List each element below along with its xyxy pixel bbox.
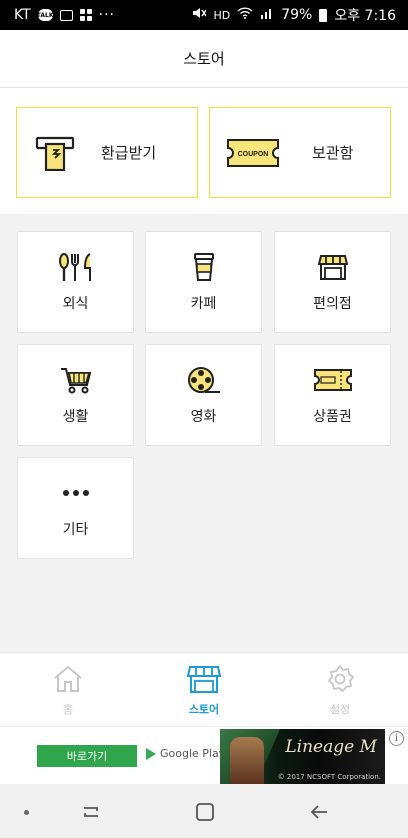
category-label: 생활 — [62, 409, 89, 425]
ad-character — [230, 737, 264, 784]
wifi-icon — [237, 7, 253, 23]
page-title: 스토어 — [183, 50, 225, 68]
refund-label: 환급받기 — [101, 144, 157, 162]
battery-icon — [319, 8, 328, 22]
coffee-cup-icon — [184, 251, 224, 283]
ad-go-button[interactable]: 바로가기 — [37, 745, 137, 767]
category-label: 상품권 — [313, 409, 352, 425]
nav-settings-label: 설정 — [329, 703, 351, 716]
shopping-cart-icon — [56, 364, 96, 396]
bottom-nav: 홈 스토어 설정 — [0, 652, 408, 725]
more-notifications-icon: ··· — [98, 7, 116, 23]
more-dots-icon — [56, 477, 96, 509]
category-label: 기타 — [62, 522, 89, 538]
nav-store[interactable]: 스토어 — [136, 653, 272, 725]
refund-atm-icon — [33, 133, 77, 173]
nav-store-label: 스토어 — [188, 703, 220, 716]
nav-settings[interactable]: 설정 — [272, 653, 408, 725]
signal-icon — [260, 7, 274, 23]
nav-dot-icon — [24, 810, 29, 815]
home-button-icon[interactable] — [194, 801, 216, 823]
store-icon — [186, 663, 222, 695]
system-nav-bar — [0, 784, 408, 838]
gear-icon — [322, 663, 358, 695]
category-living[interactable]: 생활 — [17, 344, 134, 446]
category-label: 영화 — [190, 409, 217, 425]
google-play-icon — [146, 747, 156, 760]
category-cafe[interactable]: 카페 — [145, 231, 262, 333]
refund-card[interactable]: 환급받기 — [16, 107, 198, 198]
ad-info-icon[interactable]: i — [389, 731, 404, 746]
gift-voucher-icon — [313, 364, 353, 396]
top-actions: 환급받기 COUPON 보관함 — [0, 89, 408, 214]
coupon-storage-card[interactable]: COUPON 보관함 — [209, 107, 391, 198]
google-play-label: Google Play — [160, 747, 226, 760]
ad-copyright: © 2017 NCSOFT Corporation. — [277, 773, 381, 781]
category-label: 카페 — [190, 296, 217, 312]
back-icon[interactable] — [308, 801, 330, 823]
app-header: 스토어 — [0, 30, 408, 88]
store-icon — [313, 251, 353, 283]
hd-voice-icon: HD — [213, 8, 231, 22]
category-gift-voucher[interactable]: 상품권 — [274, 344, 391, 446]
apps-notification-icon — [79, 9, 92, 21]
ad-image[interactable]: Lineage M © 2017 NCSOFT Corporation. — [220, 729, 385, 784]
nav-home[interactable]: 홈 — [0, 653, 136, 725]
nav-home-label: 홈 — [62, 703, 74, 716]
coupon-storage-label: 보관함 — [312, 144, 354, 162]
gallery-notification-icon — [59, 9, 73, 21]
carrier-label: KT — [14, 7, 31, 23]
utensils-icon — [56, 251, 96, 283]
ad-banner[interactable]: 바로가기 Google Play Lineage M © 2017 NCSOFT… — [0, 726, 408, 784]
clock: 오후 7:16 — [334, 8, 396, 24]
google-play-badge[interactable]: Google Play — [146, 747, 225, 760]
ad-game-logo: Lineage M — [285, 737, 377, 757]
status-bar: KT TALK ··· HD 79% 오후 7:16 — [0, 0, 408, 30]
coupon-ticket-icon: COUPON — [226, 133, 280, 173]
film-reel-icon — [184, 364, 224, 396]
category-etc[interactable]: 기타 — [17, 457, 134, 559]
category-label: 외식 — [62, 296, 89, 312]
mute-icon — [192, 7, 208, 23]
talk-notification-icon: TALK — [37, 9, 54, 21]
category-convenience-store[interactable]: 편의점 — [274, 231, 391, 333]
category-movie[interactable]: 영화 — [145, 344, 262, 446]
recent-apps-icon[interactable] — [80, 801, 102, 823]
category-dining[interactable]: 외식 — [17, 231, 134, 333]
category-grid: 외식 카페 편의점 생활 영화 상품권 기타 — [0, 214, 408, 652]
home-icon — [50, 663, 86, 695]
coupon-icon-text: COUPON — [238, 151, 269, 158]
category-label: 편의점 — [313, 296, 352, 312]
battery-percent: 79% — [281, 7, 313, 23]
